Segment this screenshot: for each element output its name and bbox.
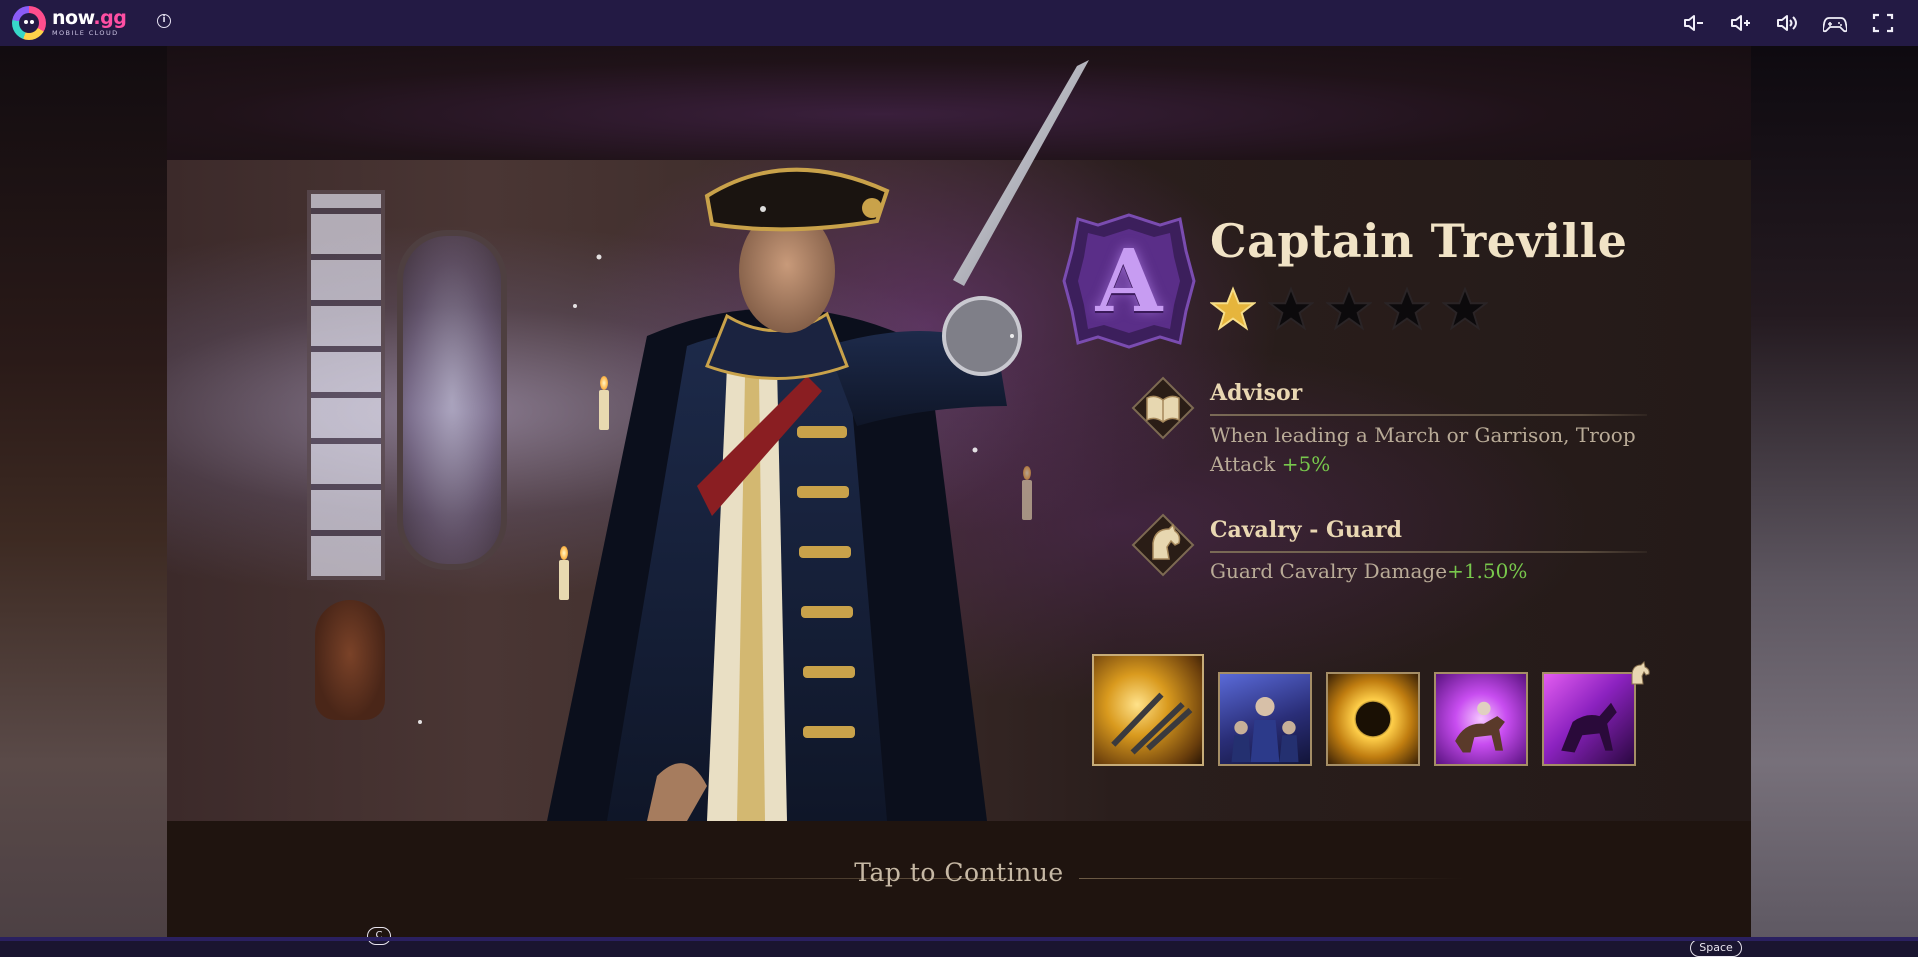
trait-title-cavalry-guard: Cavalry - Guard <box>1210 517 1402 543</box>
trait-title-advisor: Advisor <box>1210 380 1303 406</box>
gamepad-icon[interactable] <box>1822 12 1848 34</box>
tap-to-continue[interactable]: Tap to Continue <box>167 858 1751 887</box>
backdrop-vase <box>315 600 385 720</box>
candle-icon <box>599 376 609 430</box>
logo-subtitle: MOBILE CLOUD <box>52 29 119 38</box>
star-empty-icon <box>1442 286 1488 331</box>
cavalry-rider-icon <box>1455 701 1505 753</box>
backdrop-window <box>307 190 385 580</box>
candle-icon <box>1022 466 1032 520</box>
musket-volley-skill[interactable] <box>1092 654 1204 766</box>
hero-skill-row <box>1092 654 1636 766</box>
horse-head-icon <box>1131 513 1195 577</box>
book-icon <box>1131 376 1195 440</box>
trait-divider <box>1210 551 1647 553</box>
star-empty-icon <box>1384 286 1430 331</box>
candle-icon <box>559 546 569 600</box>
volume-down-icon[interactable] <box>1682 12 1706 34</box>
soldier-icon <box>1231 696 1299 763</box>
cavalry-shadow-skill[interactable] <box>1542 672 1636 766</box>
hero-rank-letter: A <box>1095 230 1163 332</box>
trait-divider <box>1210 414 1647 416</box>
golden-orb-skill[interactable] <box>1326 672 1420 766</box>
volume-up-icon[interactable] <box>1729 12 1753 34</box>
game-canvas[interactable]: A Captain Treville Advisor When leading … <box>167 46 1751 941</box>
nowgg-logo-icon <box>12 6 46 40</box>
fullscreen-icon[interactable] <box>1871 12 1895 34</box>
hero-name: Captain Treville <box>1210 214 1628 268</box>
logo-wordmark: now.gg <box>52 7 127 30</box>
keybind-c-hint: C <box>367 927 391 945</box>
shadow-rider-icon <box>1561 702 1617 753</box>
blurred-left-backdrop <box>0 46 167 941</box>
musket-icon <box>1111 692 1193 755</box>
hero-star-rating <box>1210 286 1488 332</box>
star-filled-icon <box>1210 286 1256 331</box>
horse-badge-icon <box>1631 660 1650 685</box>
star-empty-icon <box>1326 286 1372 331</box>
orb-icon <box>1355 701 1391 737</box>
blurred-right-backdrop <box>1751 46 1918 941</box>
info-icon[interactable]: i <box>157 14 171 28</box>
trait-desc-cavalry-guard: Guard Cavalry Damage+1.50% <box>1210 559 1528 583</box>
trait-desc-advisor: When leading a March or Garrison, Troop … <box>1210 423 1636 476</box>
backdrop-mirror <box>397 230 507 570</box>
bottom-edge-strip <box>0 937 1918 941</box>
cavalry-charge-skill[interactable] <box>1434 672 1528 766</box>
nowgg-logo[interactable]: now.gg MOBILE CLOUD <box>12 6 127 40</box>
top-smoke-band <box>167 46 1751 160</box>
infantry-squad-skill[interactable] <box>1218 672 1312 766</box>
game-stage: A Captain Treville Advisor When leading … <box>0 46 1918 957</box>
star-empty-icon <box>1268 286 1314 331</box>
volume-mute-icon[interactable] <box>1775 12 1799 34</box>
keybind-space-hint: Space <box>1690 939 1742 957</box>
top-bar: now.gg MOBILE CLOUD i <box>0 0 1918 46</box>
